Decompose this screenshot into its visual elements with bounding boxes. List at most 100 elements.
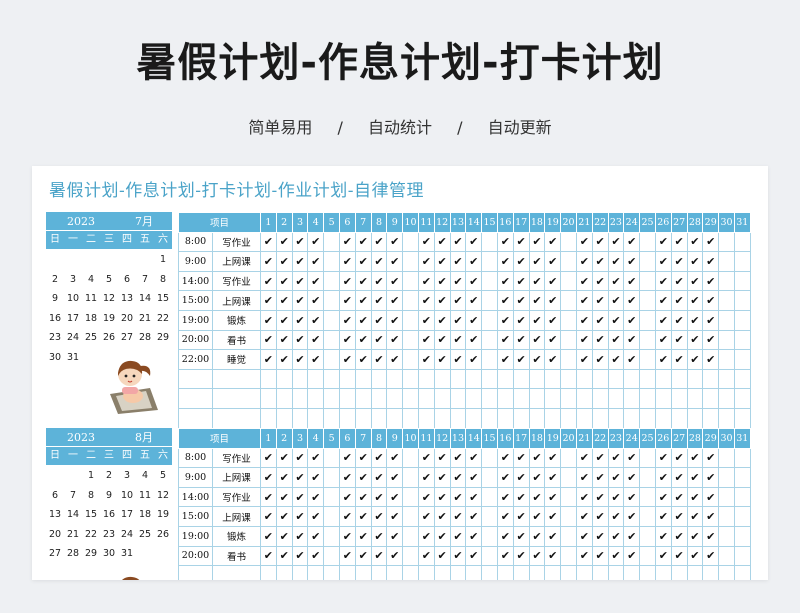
checkin-cell[interactable]: ✔ <box>417 251 435 272</box>
checkin-cell[interactable] <box>260 407 277 429</box>
checkin-cell[interactable]: ✔ <box>544 506 562 527</box>
checkin-cell[interactable] <box>718 506 735 527</box>
checkin-cell[interactable]: ✔ <box>544 349 562 370</box>
checkin-cell[interactable] <box>639 565 656 580</box>
checkin-cell[interactable]: ✔ <box>354 231 372 253</box>
checkin-cell[interactable]: ✔ <box>260 349 277 370</box>
checkin-cell[interactable]: ✔ <box>275 251 293 272</box>
checkin-cell[interactable] <box>307 565 325 580</box>
checkin-cell[interactable]: ✔ <box>544 486 562 508</box>
checkin-cell[interactable]: ✔ <box>370 349 388 370</box>
checkin-cell[interactable]: ✔ <box>260 329 277 351</box>
checkin-cell[interactable]: ✔ <box>607 270 625 292</box>
checkin-cell[interactable]: ✔ <box>370 486 388 508</box>
checkin-cell[interactable] <box>560 545 577 567</box>
checkin-cell[interactable]: ✔ <box>370 329 388 351</box>
checkin-cell[interactable] <box>733 525 751 547</box>
checkin-cell[interactable]: ✔ <box>433 467 451 488</box>
checkin-cell[interactable]: ✔ <box>275 349 293 370</box>
checkin-cell[interactable]: ✔ <box>512 290 530 311</box>
checkin-cell[interactable] <box>481 251 498 272</box>
checkin-cell[interactable] <box>639 231 656 253</box>
checkin-cell[interactable]: ✔ <box>623 545 641 567</box>
checkin-cell[interactable]: ✔ <box>417 486 435 508</box>
checkin-cell[interactable]: ✔ <box>370 251 388 272</box>
checkin-cell[interactable] <box>639 290 656 311</box>
checkin-cell[interactable]: ✔ <box>528 231 546 253</box>
checkin-cell[interactable] <box>481 368 498 390</box>
checkin-cell[interactable]: ✔ <box>465 290 483 311</box>
checkin-cell[interactable] <box>402 545 419 567</box>
checkin-cell[interactable] <box>260 565 277 580</box>
checkin-cell[interactable] <box>623 407 641 429</box>
checkin-cell[interactable] <box>623 368 641 390</box>
checkin-cell[interactable] <box>544 388 562 409</box>
checkin-cell[interactable]: ✔ <box>654 251 672 272</box>
checkin-cell[interactable] <box>623 565 641 580</box>
checkin-cell[interactable]: ✔ <box>449 467 467 488</box>
checkin-cell[interactable]: ✔ <box>496 329 514 351</box>
checkin-cell[interactable] <box>560 447 577 469</box>
checkin-cell[interactable]: ✔ <box>544 545 562 567</box>
checkin-cell[interactable] <box>307 407 325 429</box>
checkin-cell[interactable]: ✔ <box>702 290 720 311</box>
checkin-cell[interactable] <box>291 565 309 580</box>
checkin-cell[interactable]: ✔ <box>623 467 641 488</box>
checkin-cell[interactable] <box>560 329 577 351</box>
checkin-cell[interactable]: ✔ <box>544 467 562 488</box>
checkin-cell[interactable] <box>702 388 720 409</box>
checkin-cell[interactable] <box>528 565 546 580</box>
checkin-cell[interactable] <box>560 368 577 390</box>
checkin-cell[interactable]: ✔ <box>670 231 688 253</box>
checkin-cell[interactable]: ✔ <box>591 270 609 292</box>
checkin-cell[interactable] <box>481 290 498 311</box>
checkin-cell[interactable] <box>323 545 340 567</box>
checkin-cell[interactable]: ✔ <box>575 329 593 351</box>
checkin-cell[interactable]: ✔ <box>575 447 593 469</box>
checkin-cell[interactable]: ✔ <box>354 525 372 547</box>
checkin-cell[interactable]: ✔ <box>654 545 672 567</box>
checkin-cell[interactable] <box>417 565 435 580</box>
checkin-cell[interactable]: ✔ <box>307 525 325 547</box>
checkin-cell[interactable]: ✔ <box>544 290 562 311</box>
checkin-cell[interactable]: ✔ <box>496 545 514 567</box>
checkin-cell[interactable]: ✔ <box>433 486 451 508</box>
checkin-cell[interactable] <box>386 407 404 429</box>
checkin-cell[interactable]: ✔ <box>512 251 530 272</box>
checkin-cell[interactable] <box>733 565 751 580</box>
checkin-cell[interactable]: ✔ <box>528 349 546 370</box>
checkin-cell[interactable]: ✔ <box>496 486 514 508</box>
checkin-cell[interactable]: ✔ <box>465 270 483 292</box>
checkin-cell[interactable]: ✔ <box>275 525 293 547</box>
checkin-cell[interactable] <box>260 388 277 409</box>
checkin-cell[interactable] <box>402 565 419 580</box>
checkin-cell[interactable]: ✔ <box>417 270 435 292</box>
checkin-cell[interactable]: ✔ <box>512 270 530 292</box>
checkin-cell[interactable] <box>323 525 340 547</box>
checkin-cell[interactable]: ✔ <box>575 486 593 508</box>
checkin-cell[interactable]: ✔ <box>465 251 483 272</box>
checkin-cell[interactable] <box>386 565 404 580</box>
checkin-cell[interactable]: ✔ <box>528 329 546 351</box>
checkin-cell[interactable] <box>402 349 419 370</box>
checkin-cell[interactable] <box>512 565 530 580</box>
checkin-cell[interactable]: ✔ <box>702 349 720 370</box>
checkin-cell[interactable]: ✔ <box>307 467 325 488</box>
checkin-cell[interactable] <box>639 329 656 351</box>
checkin-cell[interactable] <box>718 290 735 311</box>
checkin-cell[interactable] <box>718 349 735 370</box>
checkin-cell[interactable]: ✔ <box>307 545 325 567</box>
checkin-cell[interactable] <box>544 407 562 429</box>
checkin-cell[interactable] <box>607 368 625 390</box>
checkin-cell[interactable]: ✔ <box>465 467 483 488</box>
checkin-cell[interactable]: ✔ <box>417 290 435 311</box>
checkin-cell[interactable]: ✔ <box>654 231 672 253</box>
checkin-cell[interactable]: ✔ <box>433 525 451 547</box>
checkin-cell[interactable] <box>718 270 735 292</box>
checkin-cell[interactable]: ✔ <box>338 251 356 272</box>
checkin-cell[interactable] <box>323 407 340 429</box>
checkin-cell[interactable]: ✔ <box>260 506 277 527</box>
checkin-cell[interactable]: ✔ <box>260 290 277 311</box>
checkin-cell[interactable] <box>449 368 467 390</box>
checkin-cell[interactable] <box>433 388 451 409</box>
